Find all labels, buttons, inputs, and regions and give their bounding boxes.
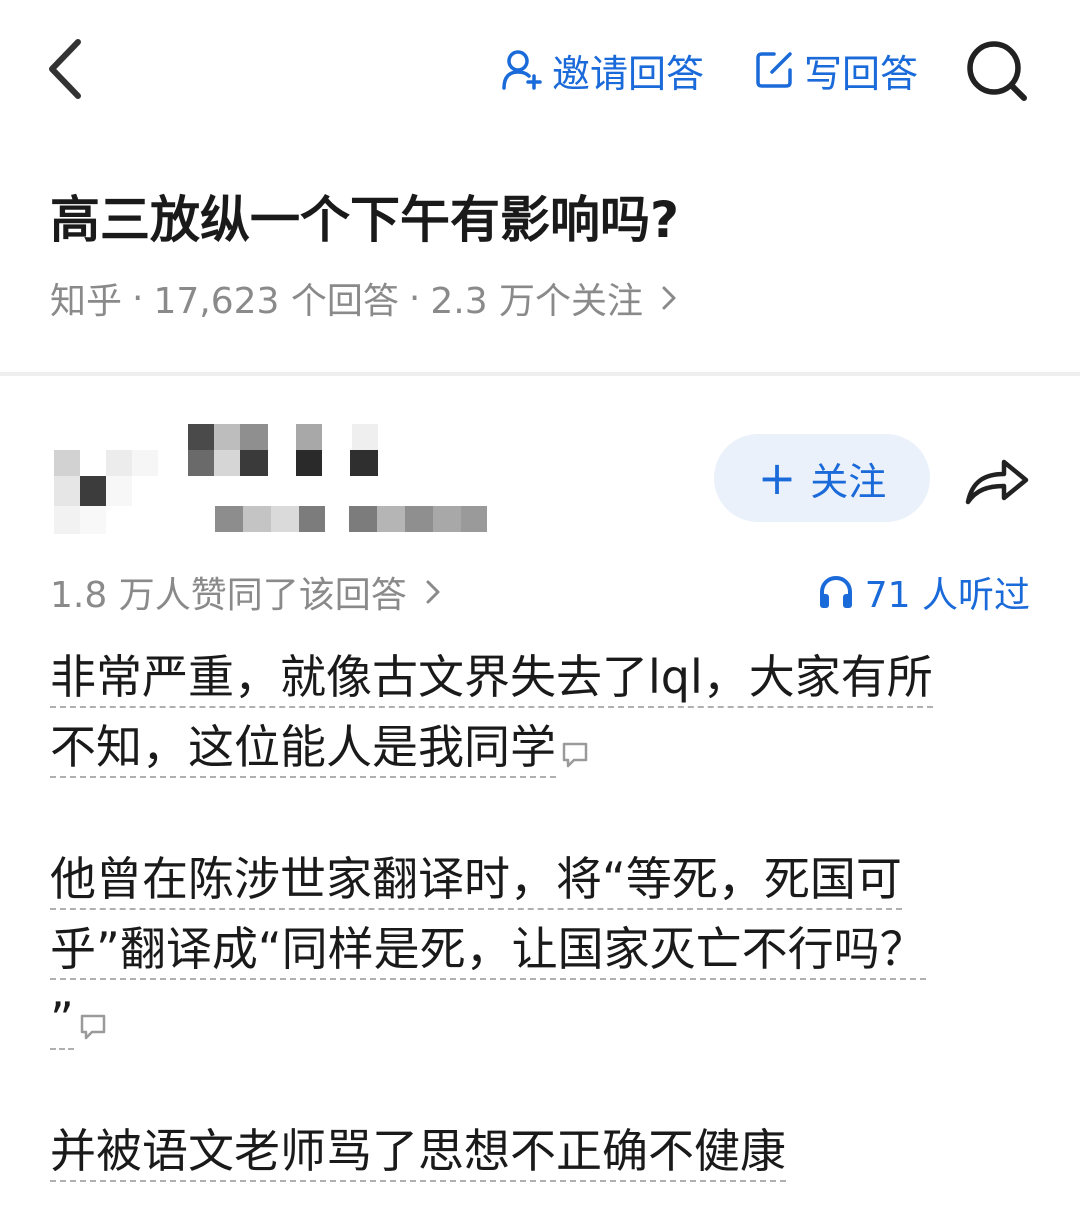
follow-button[interactable]: + 关注 bbox=[714, 434, 930, 522]
upvote-summary[interactable]: 1.8 万人赞同了该回答 bbox=[50, 566, 441, 618]
headphones-icon bbox=[819, 575, 852, 608]
listened-label: 71 人听过 bbox=[864, 575, 1030, 616]
separator-dot: · bbox=[408, 277, 421, 319]
share-arrow-icon bbox=[965, 459, 1029, 505]
search-button[interactable] bbox=[962, 36, 1032, 106]
comment-bubble-icon[interactable] bbox=[78, 1011, 108, 1041]
follow-label: 关注 bbox=[810, 459, 887, 504]
invite-answer-label: 邀请回答 bbox=[552, 51, 705, 96]
edit-icon bbox=[756, 52, 792, 88]
author-name[interactable] bbox=[188, 424, 388, 480]
question-title: 高三放纵一个下午有影响吗? bbox=[50, 191, 680, 249]
write-answer-label: 写回答 bbox=[804, 51, 919, 96]
comment-bubble-icon[interactable] bbox=[560, 739, 590, 769]
paragraph-line: 乎”翻译成“同样是死，让国家灭亡不行吗？ bbox=[50, 914, 1040, 984]
search-icon bbox=[967, 41, 1027, 101]
question-meta[interactable]: 知乎 · 17,623 个回答 · 2.3 万个关注 bbox=[50, 272, 677, 324]
answer-paragraph: 并被语文老师骂了思想不正确不健康 bbox=[50, 1116, 1040, 1186]
paragraph-line: 并被语文老师骂了思想不正确不健康 bbox=[50, 1116, 1040, 1186]
person-add-icon bbox=[502, 50, 542, 90]
plus-icon: + bbox=[757, 451, 797, 505]
write-answer-button[interactable]: 写回答 bbox=[752, 42, 918, 98]
chevron-right-icon bbox=[426, 580, 440, 604]
invite-answer-button[interactable]: 邀请回答 bbox=[500, 42, 704, 98]
section-divider bbox=[0, 372, 1080, 376]
paragraph-line: 非常严重，就像古文界失去了lql，大家有所 bbox=[50, 642, 1040, 712]
avatar[interactable] bbox=[54, 450, 164, 534]
answer-paragraph: 非常严重，就像古文界失去了lql，大家有所 不知，这位能人是我同学 bbox=[50, 642, 1040, 782]
separator-dot: · bbox=[132, 277, 144, 319]
author-bio bbox=[215, 506, 487, 532]
top-navigation-bar: 邀请回答 写回答 bbox=[0, 0, 1080, 140]
follow-count: 2.3 万个关注 bbox=[430, 281, 644, 322]
upvote-count: 1.8 万人赞同了该回答 bbox=[50, 575, 407, 616]
chevron-right-icon bbox=[662, 286, 676, 310]
chevron-left-icon bbox=[49, 39, 81, 99]
listened-count-button[interactable]: 71 人听过 bbox=[817, 566, 1030, 618]
paragraph-line: 他曾在陈涉世家翻译时，将“等死，死国可 bbox=[50, 844, 1040, 914]
answer-count: 17,623 个回答 bbox=[153, 281, 399, 322]
source-label: 知乎 bbox=[50, 281, 123, 322]
paragraph-line: 不知，这位能人是我同学 bbox=[50, 712, 1040, 782]
paragraph-line: ” bbox=[50, 984, 1040, 1054]
answer-paragraph: 他曾在陈涉世家翻译时，将“等死，死国可 乎”翻译成“同样是死，让国家灭亡不行吗？… bbox=[50, 844, 1040, 1054]
share-button[interactable] bbox=[962, 450, 1032, 510]
back-button[interactable] bbox=[40, 34, 100, 104]
